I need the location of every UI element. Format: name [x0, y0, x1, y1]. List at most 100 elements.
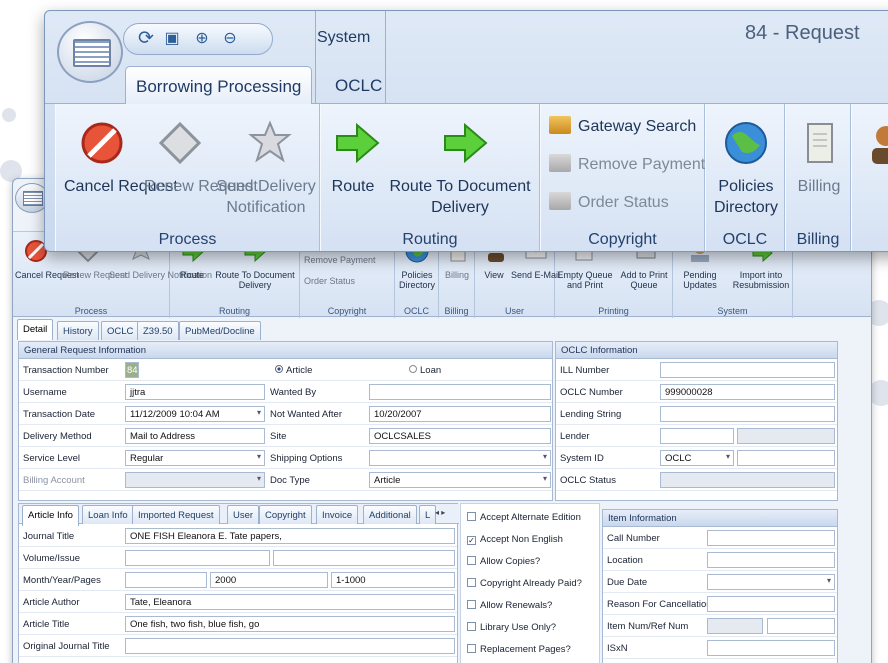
location-field[interactable]: [707, 552, 835, 568]
refresh-icon[interactable]: ⟳: [134, 28, 158, 50]
tab-more[interactable]: L: [419, 505, 437, 524]
field-label: Transaction Date: [23, 409, 95, 420]
tab-user[interactable]: User: [227, 505, 260, 524]
policies-directory-button[interactable]: Policies Directory: [710, 176, 782, 218]
empty-queue-print-button[interactable]: Empty Queue and Print: [555, 270, 615, 290]
form-row: Username jjtra Wanted By: [19, 381, 552, 403]
view-user-button[interactable]: View: [479, 270, 509, 280]
form-row: Journal Title ONE FISH Eleanora E. Tate p…: [19, 525, 457, 547]
route-button[interactable]: Route: [327, 176, 379, 197]
tab-borrowing-processing[interactable]: Borrowing Processing: [125, 66, 313, 104]
oclc-number-field[interactable]: 999000028: [660, 384, 835, 400]
policies-directory-button[interactable]: Policies Directory: [397, 270, 437, 290]
system-id-extra-field[interactable]: [737, 450, 835, 466]
copyright-paid-checkbox[interactable]: Copyright Already Paid?: [467, 578, 582, 589]
route-button[interactable]: Route: [174, 270, 210, 280]
add-to-print-queue-button[interactable]: Add to Print Queue: [617, 270, 671, 290]
order-status-button[interactable]: Order Status: [549, 192, 669, 212]
wanted-by-field[interactable]: [369, 384, 551, 400]
issue-field[interactable]: [273, 550, 455, 566]
allow-copies-checkbox[interactable]: Allow Copies?: [467, 556, 540, 567]
year-field[interactable]: 2000: [210, 572, 328, 588]
send-delivery-notification-button[interactable]: Send Delivery Notification: [109, 270, 212, 280]
send-email-button[interactable]: Send E-Mail: [511, 270, 560, 280]
article-title-field[interactable]: One fish, two fish, blue fish, go: [125, 616, 455, 632]
tab-copyright[interactable]: Copyright: [259, 505, 312, 524]
remove-payment-button[interactable]: Remove Payment: [549, 154, 705, 174]
call-number-field[interactable]: [707, 530, 835, 546]
shipping-options-select[interactable]: [369, 450, 551, 466]
username-field[interactable]: jjtra: [125, 384, 265, 400]
button-label: Order Status: [578, 194, 669, 211]
ill-number-field[interactable]: [660, 362, 835, 378]
lending-string-field[interactable]: [660, 406, 835, 422]
due-date-field[interactable]: [707, 574, 835, 590]
journal-title-field[interactable]: ONE FISH Eleanora E. Tate papers,: [125, 528, 455, 544]
route-to-document-delivery-button[interactable]: Route To Document Delivery: [385, 176, 535, 218]
tab-history[interactable]: History: [57, 321, 99, 340]
tab-imported-request[interactable]: Imported Request: [132, 505, 220, 524]
library-use-only-checkbox[interactable]: Library Use Only?: [467, 622, 556, 633]
route-to-document-delivery-button[interactable]: Route To Document Delivery: [214, 270, 296, 290]
ref-num-field[interactable]: [767, 618, 835, 634]
send-delivery-notification-button[interactable]: Send Delivery Notification: [216, 176, 316, 218]
article-radio[interactable]: Article: [275, 365, 312, 376]
doc-type-select[interactable]: Article: [369, 472, 551, 488]
original-journal-title-field[interactable]: [125, 638, 455, 654]
tab-oclc[interactable]: OCLC: [325, 66, 392, 104]
lender-lookup-field[interactable]: [737, 428, 835, 444]
tab-detail[interactable]: Detail: [17, 319, 54, 340]
renew-request-button[interactable]: Renew Request: [63, 270, 127, 280]
arrow-up-icon[interactable]: ⊕: [190, 28, 214, 50]
site-field[interactable]: OCLCSALES: [369, 428, 551, 444]
order-status-button[interactable]: Order Status: [304, 276, 355, 286]
isxn-field[interactable]: [707, 640, 835, 656]
tab-z3950[interactable]: Z39.50: [137, 321, 179, 340]
billing-button[interactable]: Billing: [790, 176, 848, 197]
field-label: OCLC Status: [560, 475, 616, 486]
lender-field[interactable]: [660, 428, 734, 444]
group-user-partial: [851, 104, 888, 251]
loan-radio[interactable]: Loan: [409, 365, 441, 376]
delivery-method-field[interactable]: Mail to Address: [125, 428, 265, 444]
accept-alternate-edition-checkbox[interactable]: Accept Alternate Edition: [467, 512, 581, 523]
transaction-date-field[interactable]: 11/12/2009 10:04 AM: [125, 406, 265, 422]
cancel-request-button[interactable]: Cancel Request: [15, 270, 79, 280]
arrow-down-icon[interactable]: ⊖: [218, 28, 242, 50]
volume-field[interactable]: [125, 550, 270, 566]
reason-cancellation-field[interactable]: [707, 596, 835, 612]
checkbox-label: Accept Alternate Edition: [480, 512, 581, 523]
replacement-pages-checkbox[interactable]: Replacement Pages?: [467, 644, 571, 655]
options-checkboxes: Accept Alternate Edition ✓ Accept Non Eng…: [460, 503, 600, 663]
tab-additional[interactable]: Additional: [363, 505, 417, 524]
cancel-request-button[interactable]: Cancel Request: [64, 176, 178, 197]
tab-article-info[interactable]: Article Info: [22, 505, 79, 526]
remove-payment-button[interactable]: Remove Payment: [304, 255, 376, 265]
cart-icon: [549, 154, 571, 172]
renew-icon: [158, 121, 202, 165]
tab-loan-info[interactable]: Loan Info: [82, 505, 134, 524]
tab-pubmed[interactable]: PubMed/Docline: [179, 321, 261, 340]
allow-renewals-checkbox[interactable]: Allow Renewals?: [467, 600, 552, 611]
tab-oclc[interactable]: OCLC: [101, 321, 140, 340]
month-field[interactable]: [125, 572, 207, 588]
import-resubmission-button[interactable]: Import into Resubmission: [729, 270, 793, 290]
field-label: Article Author: [23, 597, 80, 608]
pages-field[interactable]: 1-1000: [331, 572, 455, 588]
accept-non-english-checkbox[interactable]: ✓ Accept Non English: [467, 534, 563, 545]
tab-scroll-arrows[interactable]: ◂ ▸: [435, 508, 445, 517]
article-author-field[interactable]: Tate, Eleanora: [125, 594, 455, 610]
billing-account-select[interactable]: [125, 472, 265, 488]
save-icon[interactable]: ▣: [160, 28, 184, 50]
billing-button[interactable]: Billing: [441, 270, 473, 280]
item-num-field[interactable]: [707, 618, 763, 634]
gateway-search-button[interactable]: Gateway Search: [549, 116, 696, 136]
system-id-select[interactable]: OCLC: [660, 450, 734, 466]
service-level-select[interactable]: Regular: [125, 450, 265, 466]
pending-updates-button[interactable]: Pending Updates: [673, 270, 727, 290]
checkbox-box: [467, 600, 476, 609]
renew-request-button[interactable]: Renew Request: [144, 176, 258, 197]
not-wanted-after-field[interactable]: 10/20/2007: [369, 406, 551, 422]
tab-invoice[interactable]: Invoice: [316, 505, 359, 524]
checkbox-box: [467, 556, 476, 565]
